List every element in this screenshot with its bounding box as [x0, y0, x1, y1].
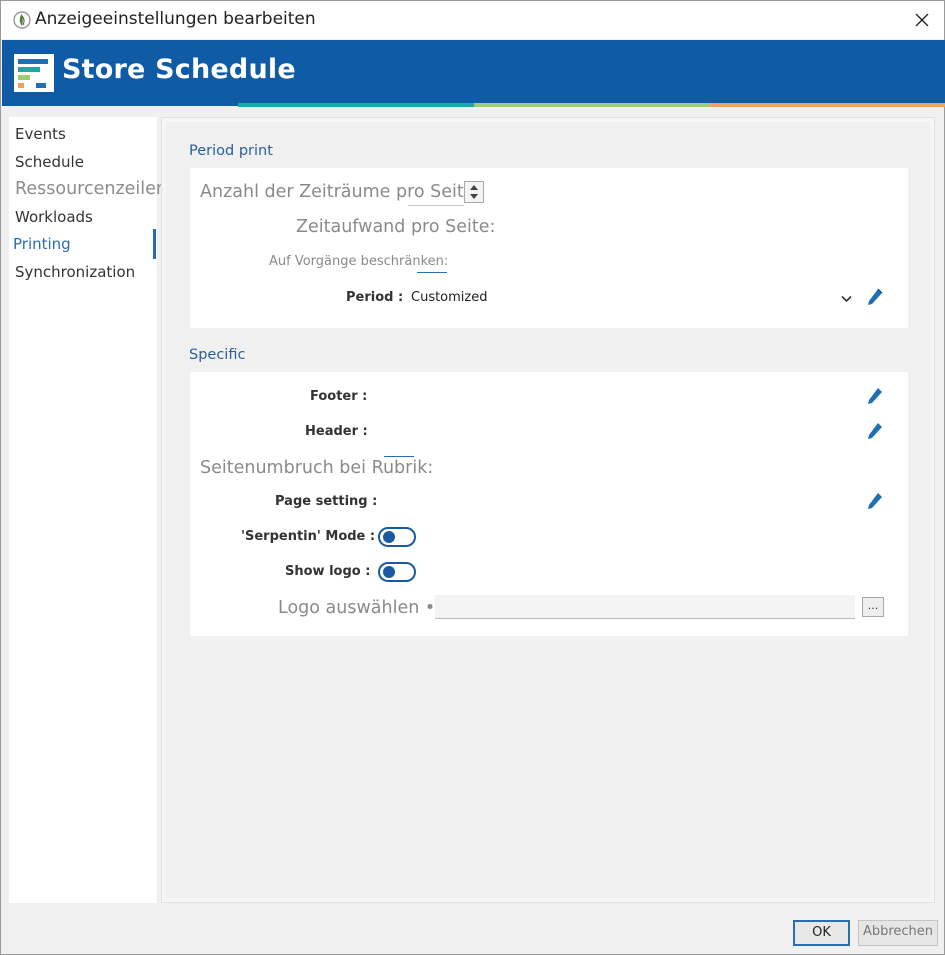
- choose-logo-label: Logo auswählen •: [278, 598, 436, 618]
- show-logo-toggle[interactable]: [378, 562, 416, 582]
- page-break-label: Seitenumbruch bei Rubrik:: [200, 458, 434, 478]
- app-icon: [13, 11, 31, 29]
- section-title-period-print: Period print: [189, 143, 273, 159]
- sidebar-item-workloads[interactable]: Workloads: [15, 208, 93, 226]
- time-per-sheet-label: Zeitaufwand pro Seite:: [296, 217, 496, 237]
- sidebar-item-schedule[interactable]: Schedule: [15, 153, 84, 171]
- footer-label: Footer :: [310, 389, 368, 404]
- app-banner: Store Schedule: [2, 40, 945, 107]
- dialog-window: Anzeigeeinstellungen bearbeiten Store Sc…: [0, 0, 945, 955]
- toggle-knob: [383, 566, 395, 578]
- show-logo-label: Show logo :: [285, 564, 371, 579]
- chevron-down-icon[interactable]: [841, 295, 852, 303]
- period-select-value[interactable]: Customized: [411, 290, 488, 305]
- pagebreak-checkbox-accent[interactable]: [384, 456, 414, 457]
- sidebar-item-printing[interactable]: Printing: [13, 235, 71, 253]
- browse-logo-button[interactable]: ...: [862, 597, 884, 617]
- spinner-arrows-icon: [470, 185, 478, 199]
- main-panel: Period print Anzahl der Zeiträume pro Se…: [161, 117, 935, 903]
- sidebar: Events Schedule Ressourcenzeilen Workloa…: [9, 117, 167, 903]
- period-edit-pencil-icon[interactable]: [866, 287, 884, 307]
- pages-underline: [408, 205, 464, 206]
- cancel-button[interactable]: Abbrechen: [858, 920, 938, 946]
- pages-per-sheet-label: Anzahl der Zeiträume pro Seite:: [200, 182, 481, 202]
- page-setting-edit-pencil-icon[interactable]: [866, 491, 884, 511]
- specific-card: Footer : Header : Seitenumbruch bei Rubr…: [190, 372, 908, 636]
- header-edit-pencil-icon[interactable]: [866, 421, 884, 441]
- banner-stripe-green: [474, 103, 710, 107]
- close-button[interactable]: [900, 1, 944, 39]
- sidebar-item-ressourcenzeilen[interactable]: Ressourcenzeilen: [15, 179, 167, 199]
- sidebar-item-synchronization[interactable]: Synchronization: [15, 263, 135, 281]
- period-label: Period :: [346, 290, 404, 305]
- header-label: Header :: [305, 424, 368, 439]
- banner-title: Store Schedule: [62, 54, 296, 85]
- pages-spinner[interactable]: [464, 181, 484, 203]
- logo-path-input[interactable]: [435, 595, 855, 619]
- main-content: Period print Anzahl der Zeiträume pro Se…: [166, 122, 930, 898]
- close-icon: [915, 13, 929, 27]
- restrict-to-tasks-label: Auf Vorgänge beschränken:: [269, 254, 449, 269]
- serpentin-mode-label: 'Serpentin' Mode :: [241, 529, 376, 544]
- active-indicator: [153, 229, 156, 259]
- store-schedule-logo-icon: [14, 54, 54, 92]
- restrict-checkbox-accent[interactable]: [417, 272, 447, 273]
- banner-stripe-teal: [238, 103, 474, 107]
- window-title: Anzeigeeinstellungen bearbeiten: [35, 9, 316, 29]
- serpentin-mode-toggle[interactable]: [378, 527, 416, 547]
- section-title-specific: Specific: [189, 347, 246, 363]
- toggle-knob: [383, 531, 395, 543]
- period-print-card: Anzahl der Zeiträume pro Seite: Zeitaufw…: [190, 168, 908, 328]
- sidebar-item-events[interactable]: Events: [15, 125, 66, 143]
- ok-button[interactable]: OK: [793, 920, 850, 946]
- footer-edit-pencil-icon[interactable]: [866, 386, 884, 406]
- page-setting-label: Page setting :: [275, 494, 378, 509]
- title-bar: Anzeigeeinstellungen bearbeiten: [1, 1, 944, 39]
- banner-stripe-orange: [710, 103, 945, 107]
